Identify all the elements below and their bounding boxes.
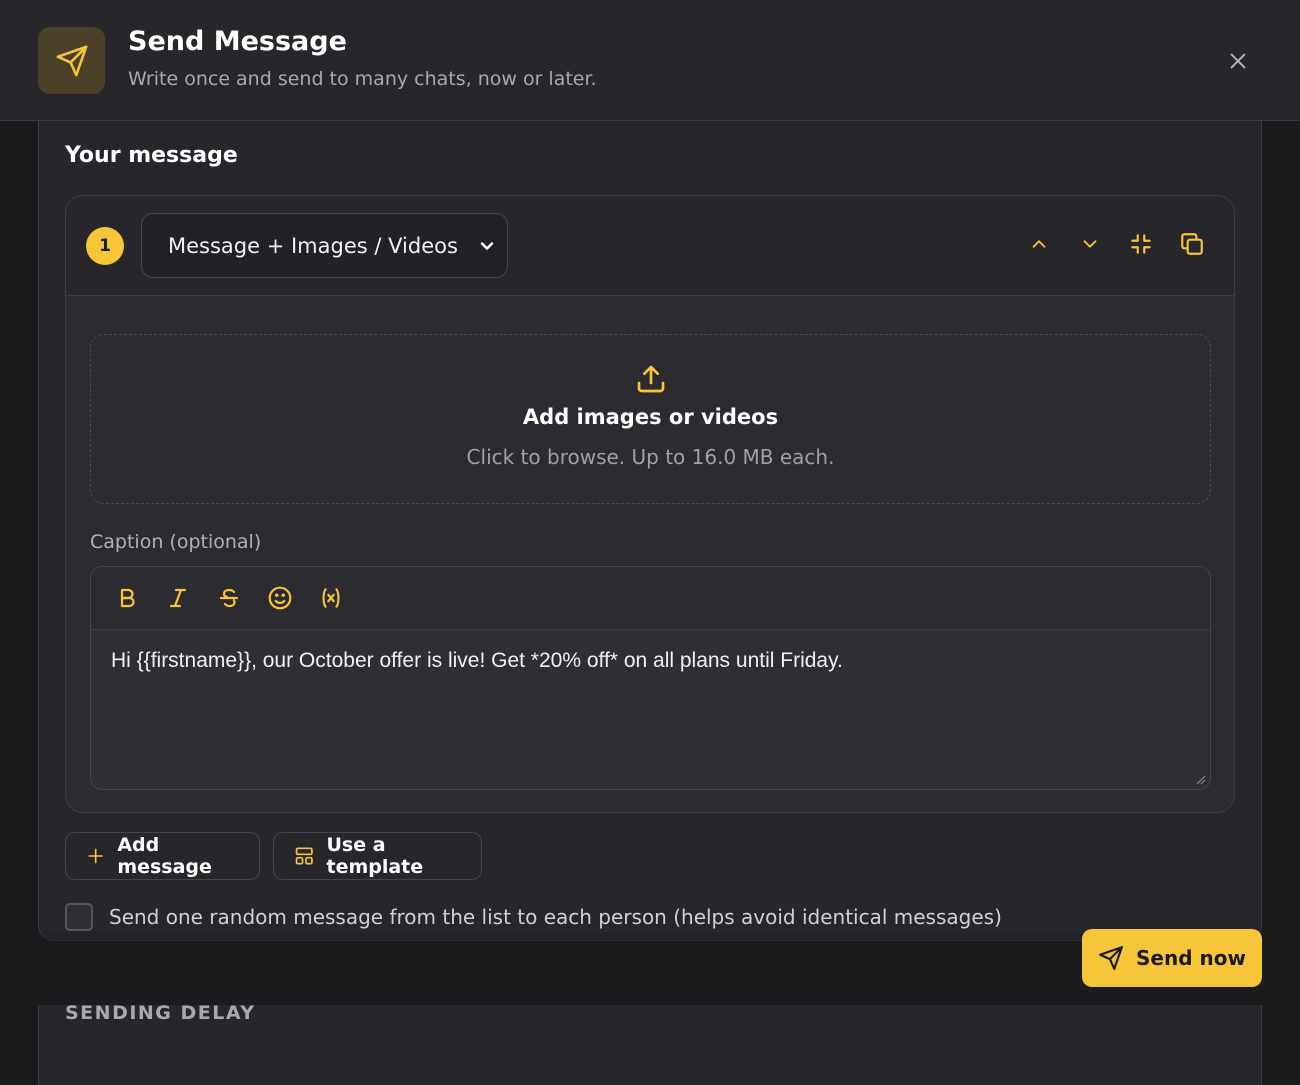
variable-icon: [321, 588, 340, 608]
chevron-down-icon: [480, 242, 494, 250]
step-badge: 1: [86, 227, 124, 265]
random-message-checkbox[interactable]: [65, 903, 93, 931]
template-icon: [295, 847, 313, 865]
use-template-button[interactable]: Use a template: [273, 832, 482, 880]
duplicate-icon: [1181, 233, 1203, 255]
close-icon: [1230, 53, 1246, 69]
resize-handle-icon[interactable]: [1194, 773, 1206, 785]
upload-icon: [637, 365, 665, 393]
use-template-label: Use a template: [326, 834, 424, 878]
dropzone-subtitle: Click to browse. Up to 16.0 MB each.: [466, 445, 835, 469]
card-tools: [1025, 230, 1206, 258]
duplicate-button[interactable]: [1178, 230, 1206, 258]
send-now-button[interactable]: Send now: [1082, 929, 1262, 987]
send-icon: [38, 27, 105, 94]
random-message-label: Send one random message from the list to…: [109, 905, 1002, 929]
caption-editor: Hi {{firstname}}, our October offer is l…: [90, 566, 1211, 790]
caption-textarea[interactable]: Hi {{firstname}}, our October offer is l…: [111, 649, 1190, 673]
sending-delay-title: SENDING DELAY: [65, 1002, 256, 1024]
message-type-value: Message + Images / Videos: [168, 233, 458, 258]
collapse-button[interactable]: [1127, 230, 1155, 258]
send-now-label: Send now: [1136, 946, 1246, 970]
section-title: Your message: [65, 143, 238, 168]
send-icon: [1099, 946, 1123, 970]
italic-button[interactable]: [162, 583, 193, 614]
move-up-button[interactable]: [1025, 230, 1053, 258]
dropzone-title: Add images or videos: [522, 405, 779, 429]
media-dropzone[interactable]: Add images or videos Click to browse. Up…: [90, 334, 1211, 504]
bold-icon: [120, 588, 135, 608]
strikethrough-icon: [219, 588, 238, 608]
caption-label: Caption (optional): [90, 531, 262, 553]
modal-subtitle: Write once and send to many chats, now o…: [128, 68, 597, 90]
move-up-icon: [1032, 240, 1046, 248]
message-card: 1 Message + Images / Videos Add images o…: [65, 195, 1235, 813]
strikethrough-button[interactable]: [213, 583, 244, 614]
message-card-header: 1 Message + Images / Videos: [66, 196, 1234, 296]
message-type-select[interactable]: Message + Images / Videos: [141, 213, 508, 278]
italic-icon: [169, 588, 186, 608]
variable-button[interactable]: [315, 583, 346, 614]
random-message-option: Send one random message from the list to…: [65, 903, 1002, 931]
modal-title: Send Message: [128, 26, 347, 57]
emoji-button[interactable]: [264, 583, 295, 614]
editor-toolbar: [91, 567, 1210, 630]
add-message-button[interactable]: Add message: [65, 832, 260, 880]
move-down-button[interactable]: [1076, 230, 1104, 258]
collapse-icon: [1131, 234, 1151, 254]
modal-header: Send Message Write once and send to many…: [0, 0, 1300, 121]
bold-button[interactable]: [111, 583, 142, 614]
emoji-icon: [268, 586, 291, 610]
plus-icon: [88, 848, 103, 864]
add-message-label: Add message: [117, 834, 212, 878]
close-button[interactable]: [1222, 45, 1254, 77]
move-down-icon: [1083, 240, 1097, 248]
